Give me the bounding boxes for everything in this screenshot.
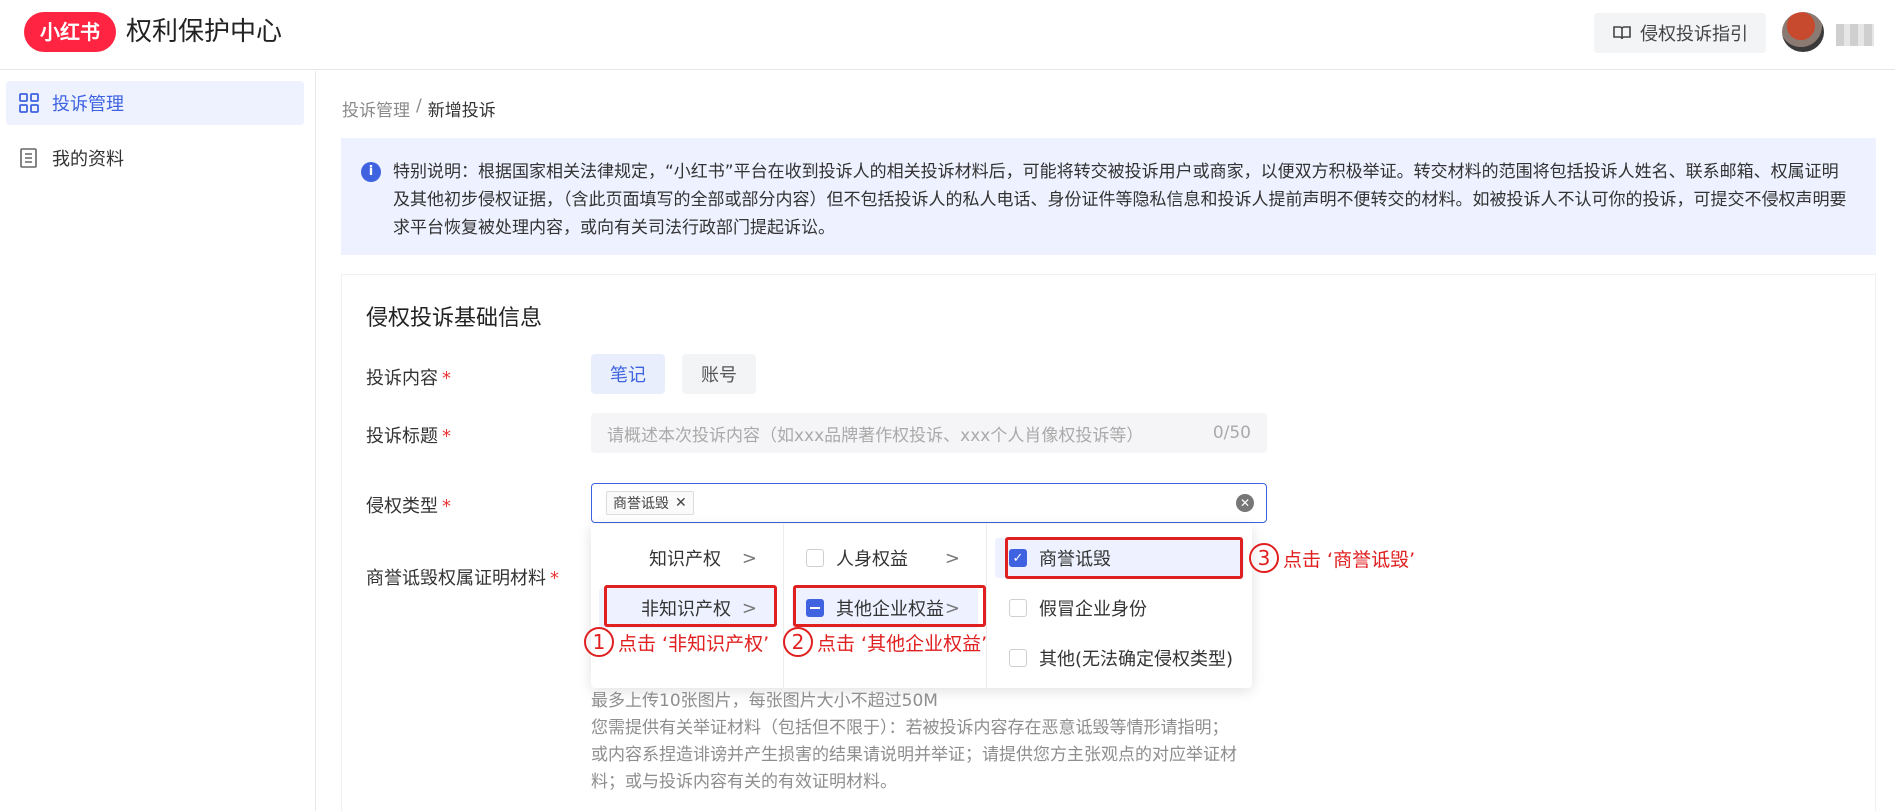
proof-material-label: 商誉诋毁权属证明材料 * — [366, 564, 559, 590]
breadcrumb-separator: / — [416, 96, 422, 116]
option-label: 知识产权 — [649, 549, 721, 570]
selected-type-tag: 商誉诋毁 ✕ — [606, 491, 694, 515]
option-label: 人身权益 — [836, 549, 908, 570]
chevron-right-icon: > — [741, 547, 757, 569]
complaint-title-label-text: 投诉标题 — [366, 426, 438, 447]
step-number: 3 — [1249, 543, 1279, 573]
infringement-type-select[interactable]: 商誉诋毁 ✕ ✕ — [591, 483, 1267, 523]
section-title: 侵权投诉基础信息 — [366, 306, 543, 331]
hint-line: 最多上传10张图片，每张图片大小不超过50M — [591, 691, 938, 711]
sidebar-item-complaint-management[interactable]: 投诉管理 — [6, 81, 304, 125]
guide-button-label: 侵权投诉指引 — [1640, 24, 1748, 45]
sidebar-item-label: 投诉管理 — [52, 94, 124, 115]
required-mark: * — [442, 426, 451, 447]
upload-hint: 最多上传10张图片，每张图片大小不超过50M 您需提供有关举证材料（包括但不限于… — [591, 688, 1271, 796]
annotation-box-step2 — [793, 585, 986, 627]
infringement-type-label: 侵权类型 * — [366, 492, 451, 518]
required-mark: * — [442, 496, 451, 517]
username-blurred[interactable] — [1836, 24, 1874, 46]
checkbox[interactable] — [1009, 649, 1027, 667]
step-text: 点击 ‘商誉诋毁’ — [1283, 548, 1416, 571]
step-number: 1 — [584, 627, 614, 657]
step-number: 2 — [783, 627, 813, 657]
sidebar-item-my-profile[interactable]: 我的资料 — [6, 136, 304, 180]
annotation-step1: 1 点击 ‘非知识产权’ — [584, 627, 769, 657]
option-label: 其他(无法确定侵权类型) — [1039, 649, 1234, 670]
infringement-type-label-text: 侵权类型 — [366, 496, 438, 517]
proof-material-label-text: 商誉诋毁权属证明材料 — [366, 568, 546, 589]
content-option-note[interactable]: 笔记 — [591, 354, 665, 394]
step-text: 点击 ‘其他企业权益’ — [817, 632, 988, 655]
infringement-guide-button[interactable]: 侵权投诉指引 — [1594, 13, 1766, 53]
selected-type-tag-label: 商誉诋毁 — [613, 496, 669, 512]
checkbox[interactable] — [1009, 599, 1027, 617]
option-label: 假冒企业身份 — [1039, 599, 1147, 620]
title-char-count: 0/50 — [1212, 423, 1251, 443]
annotation-box-step1 — [604, 585, 777, 627]
chevron-right-icon: > — [944, 547, 960, 569]
top-header: 小红书 权利保护中心 侵权投诉指引 — [0, 0, 1895, 70]
hint-line: 或内容系捏造诽谤并产生损害的结果请说明并举证；请提供您方主张观点的对应举证材 — [591, 745, 1237, 765]
step-text: 点击 ‘非知识产权’ — [618, 632, 770, 655]
book-icon — [1613, 26, 1631, 40]
xiaohongshu-logo[interactable]: 小红书 — [24, 12, 116, 52]
tag-close-icon[interactable]: ✕ — [675, 495, 687, 511]
grid-icon — [19, 93, 39, 113]
clear-icon[interactable]: ✕ — [1236, 494, 1254, 512]
sidebar-item-label: 我的资料 — [52, 149, 124, 170]
complaint-title-label: 投诉标题 * — [366, 422, 451, 448]
annotation-box-step3 — [1005, 537, 1243, 579]
checkbox[interactable] — [806, 549, 824, 567]
hint-line: 您需提供有关举证材料（包括但不限于）：若被投诉内容存在恶意诋毁等情形请指明； — [591, 718, 1229, 738]
site-title: 权利保护中心 — [126, 17, 283, 47]
sidebar: 投诉管理 我的资料 — [0, 71, 316, 811]
annotation-step2: 2 点击 ‘其他企业权益’ — [783, 627, 987, 657]
complaint-title-input[interactable]: 请概述本次投诉内容（如xxx品牌著作权投诉、xxx个人肖像权投诉等） 0/50 — [591, 413, 1267, 453]
breadcrumb-parent[interactable]: 投诉管理 — [342, 96, 410, 121]
option-fake-enterprise-identity[interactable]: 假冒企业身份 — [995, 588, 1244, 628]
required-mark: * — [442, 368, 451, 389]
notice-text: 特别说明：根据国家相关法律规定，“小红书”平台在收到投诉人的相关投诉材料后，可能… — [393, 162, 1847, 238]
option-personal-rights[interactable]: 人身权益 > — [792, 538, 978, 578]
option-intellectual-property[interactable]: 知识产权 > — [599, 538, 775, 578]
complaint-content-label: 投诉内容 * — [366, 364, 451, 390]
hint-line: 料；或与投诉内容有关的有效证明材料。 — [591, 772, 897, 792]
legal-notice-banner: i 特别说明：根据国家相关法律规定，“小红书”平台在收到投诉人的相关投诉材料后，… — [341, 138, 1876, 255]
breadcrumb-current: 新增投诉 — [427, 101, 496, 121]
user-avatar[interactable] — [1782, 12, 1824, 52]
complaint-content-label-text: 投诉内容 — [366, 368, 438, 389]
content-option-account[interactable]: 账号 — [682, 354, 756, 394]
required-mark: * — [550, 568, 559, 589]
breadcrumb: 投诉管理 / 新增投诉 — [342, 96, 496, 121]
info-icon: i — [361, 162, 381, 182]
title-placeholder: 请概述本次投诉内容（如xxx品牌著作权投诉、xxx个人肖像权投诉等） — [607, 425, 1144, 446]
annotation-step3: 3 点击 ‘商誉诋毁’ — [1249, 543, 1415, 573]
option-other-undetermined[interactable]: 其他(无法确定侵权类型) — [995, 638, 1244, 678]
document-icon — [20, 148, 37, 168]
